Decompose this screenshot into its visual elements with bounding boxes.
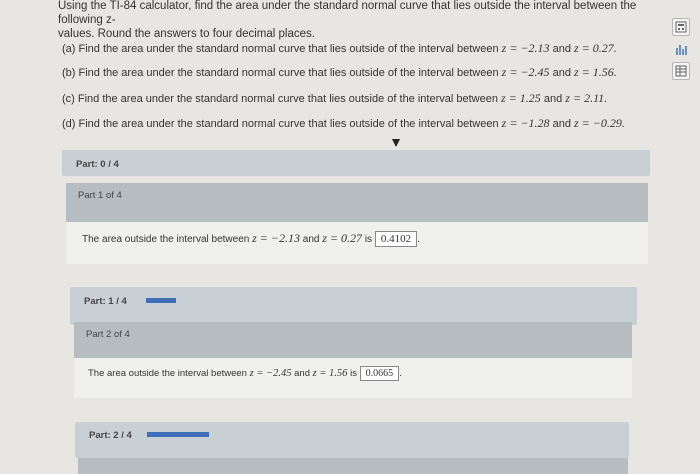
chart-icon[interactable] — [674, 41, 690, 57]
part-1-and: and — [302, 234, 320, 245]
question-a-text: (a) Find the area under the standard nor… — [62, 43, 499, 55]
question-a-z2: z = 0.27. — [574, 41, 617, 55]
progress-label: Part: 0 / 4 — [76, 159, 119, 170]
question-d-text: (d) Find the area under the standard nor… — [62, 118, 499, 130]
part-1-answer-field[interactable]: 0.4102 — [374, 231, 418, 248]
question-c-text: (c) Find the area under the standard nor… — [62, 93, 498, 105]
part-2-and: and — [294, 368, 310, 380]
part-2-text: The area outside the interval between — [88, 368, 247, 380]
progress-label: Part: 2 / 4 — [89, 430, 132, 441]
question-c-z1: z = 1.25 — [501, 91, 541, 105]
instructions: Using the TI-84 calculator, find the are… — [58, 0, 668, 41]
part-2-body: The area outside the interval between z … — [74, 358, 632, 398]
progress-bar-part-2[interactable]: Part: 2 / 4 — [75, 422, 629, 458]
question-c: (c) Find the area under the standard nor… — [62, 91, 607, 106]
question-d-z1: z = −1.28 — [501, 116, 550, 130]
part-1-z1: z = −2.13 — [252, 231, 300, 245]
question-a: (a) Find the area under the standard nor… — [62, 41, 617, 56]
page: Using the TI-84 calculator, find the are… — [0, 0, 700, 474]
part-1-period: . — [417, 234, 420, 245]
part-2-title: Part 2 of 4 — [86, 329, 130, 340]
part-2-answer-field[interactable]: 0.0665 — [359, 366, 400, 381]
part-2-z2: z = 1.56 — [312, 368, 348, 380]
question-b: (b) Find the area under the standard nor… — [62, 65, 617, 80]
progress-fill — [147, 432, 209, 437]
question-d: (d) Find the area under the standard nor… — [62, 116, 625, 131]
mouse-cursor-icon — [392, 139, 400, 147]
part-1-title: Part 1 of 4 — [78, 190, 122, 201]
question-b-z1: z = −2.45 — [501, 65, 550, 79]
progress-label: Part: 1 / 4 — [84, 296, 127, 307]
part-2-is: is — [350, 368, 357, 380]
question-a-and: and — [552, 43, 571, 55]
progress-bar-part-0[interactable]: Part: 0 / 4 — [62, 150, 650, 176]
question-d-and: and — [552, 118, 571, 130]
progress-fill — [146, 298, 176, 303]
part-2-answer-line: The area outside the interval between z … — [88, 366, 402, 381]
instructions-line-1: Using the TI-84 calculator, find the are… — [58, 0, 637, 26]
part-1-is: is — [364, 234, 373, 245]
part-1-header: Part 1 of 4 — [66, 183, 648, 222]
part-3-header — [78, 458, 628, 474]
question-a-z1: z = −2.13 — [501, 41, 550, 55]
progress-bar-part-1[interactable]: Part: 1 / 4 — [70, 287, 637, 325]
question-c-z2: z = 2.11. — [565, 91, 608, 105]
question-d-z2: z = −0.29. — [574, 116, 625, 130]
question-b-z2: z = 1.56. — [574, 65, 617, 79]
instructions-line-2: values. Round the answers to four decima… — [58, 28, 315, 40]
table-icon[interactable] — [672, 62, 690, 80]
part-2-z1: z = −2.45 — [249, 368, 292, 380]
part-1-answer-line: The area outside the interval between z … — [82, 231, 420, 248]
question-c-and: and — [543, 93, 563, 105]
question-b-text: (b) Find the area under the standard nor… — [62, 67, 499, 79]
part-2-header: Part 2 of 4 — [74, 322, 632, 358]
part-1-body: The area outside the interval between z … — [66, 222, 648, 264]
part-2-period: . — [399, 368, 402, 380]
calculator-icon[interactable] — [672, 18, 690, 36]
question-b-and: and — [552, 67, 571, 79]
part-1-z2: z = 0.27 — [322, 231, 363, 245]
part-1-text: The area outside the interval between — [82, 234, 250, 245]
